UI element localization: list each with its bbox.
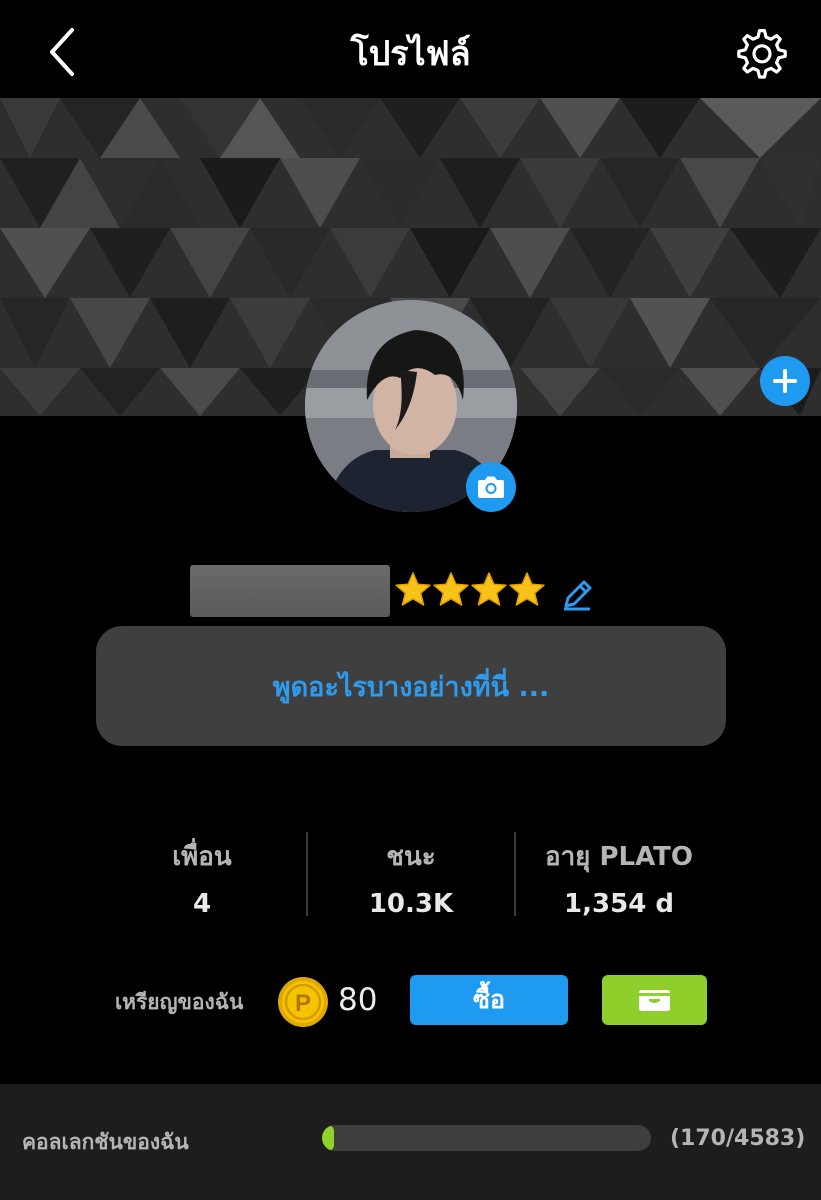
stat-friends[interactable]: เพื่อน 4 bbox=[98, 836, 306, 919]
collection-count: (170/4583) bbox=[670, 1126, 806, 1151]
stat-wins: ชนะ 10.3K bbox=[307, 836, 515, 919]
coin-count: 80 bbox=[338, 982, 378, 1018]
change-avatar-button[interactable] bbox=[466, 462, 516, 512]
wallet-button[interactable] bbox=[602, 975, 707, 1025]
camera-icon bbox=[478, 476, 504, 498]
username-redacted bbox=[190, 565, 390, 617]
buy-label: ซื้อ bbox=[473, 985, 505, 1014]
star-icon bbox=[471, 572, 507, 606]
stat-plato-age-label: อายุ PLATO bbox=[544, 842, 694, 872]
coin-symbol: P bbox=[295, 990, 311, 1017]
stat-friends-label: เพื่อน bbox=[172, 842, 232, 872]
add-cover-button[interactable] bbox=[760, 356, 810, 406]
collection-label: คอลเลกชันของฉัน bbox=[22, 1130, 189, 1154]
star-rating bbox=[394, 570, 546, 610]
stat-wins-label: ชนะ bbox=[386, 842, 436, 872]
stat-friends-value: 4 bbox=[192, 889, 212, 919]
buy-coins-button[interactable]: ซื้อ bbox=[410, 975, 568, 1025]
coin-icon: P bbox=[277, 976, 329, 1028]
top-bar: โปรไฟล์ bbox=[0, 0, 821, 98]
status-message-input[interactable]: พูดอะไรบางอย่างที่นี่ ... bbox=[96, 626, 726, 746]
star-icon bbox=[433, 572, 469, 606]
settings-button[interactable] bbox=[732, 24, 792, 84]
pencil-icon bbox=[564, 580, 592, 611]
collection-progress-bar bbox=[322, 1125, 651, 1151]
wallet-icon bbox=[639, 990, 670, 1011]
collection-progress-fill bbox=[322, 1125, 335, 1151]
status-placeholder: พูดอะไรบางอย่างที่นี่ ... bbox=[272, 671, 550, 703]
gear-icon bbox=[737, 29, 787, 79]
star-icon bbox=[509, 572, 545, 606]
stat-plato-age: อายุ PLATO 1,354 d bbox=[515, 836, 723, 919]
star-icon bbox=[395, 572, 431, 606]
edit-name-button[interactable] bbox=[560, 576, 594, 612]
stat-plato-age-value: 1,354 d bbox=[564, 889, 674, 919]
coins-label: เหรียญของฉัน bbox=[115, 990, 244, 1014]
page-title: โปรไฟล์ bbox=[350, 34, 471, 74]
stat-wins-value: 10.3K bbox=[368, 889, 454, 919]
